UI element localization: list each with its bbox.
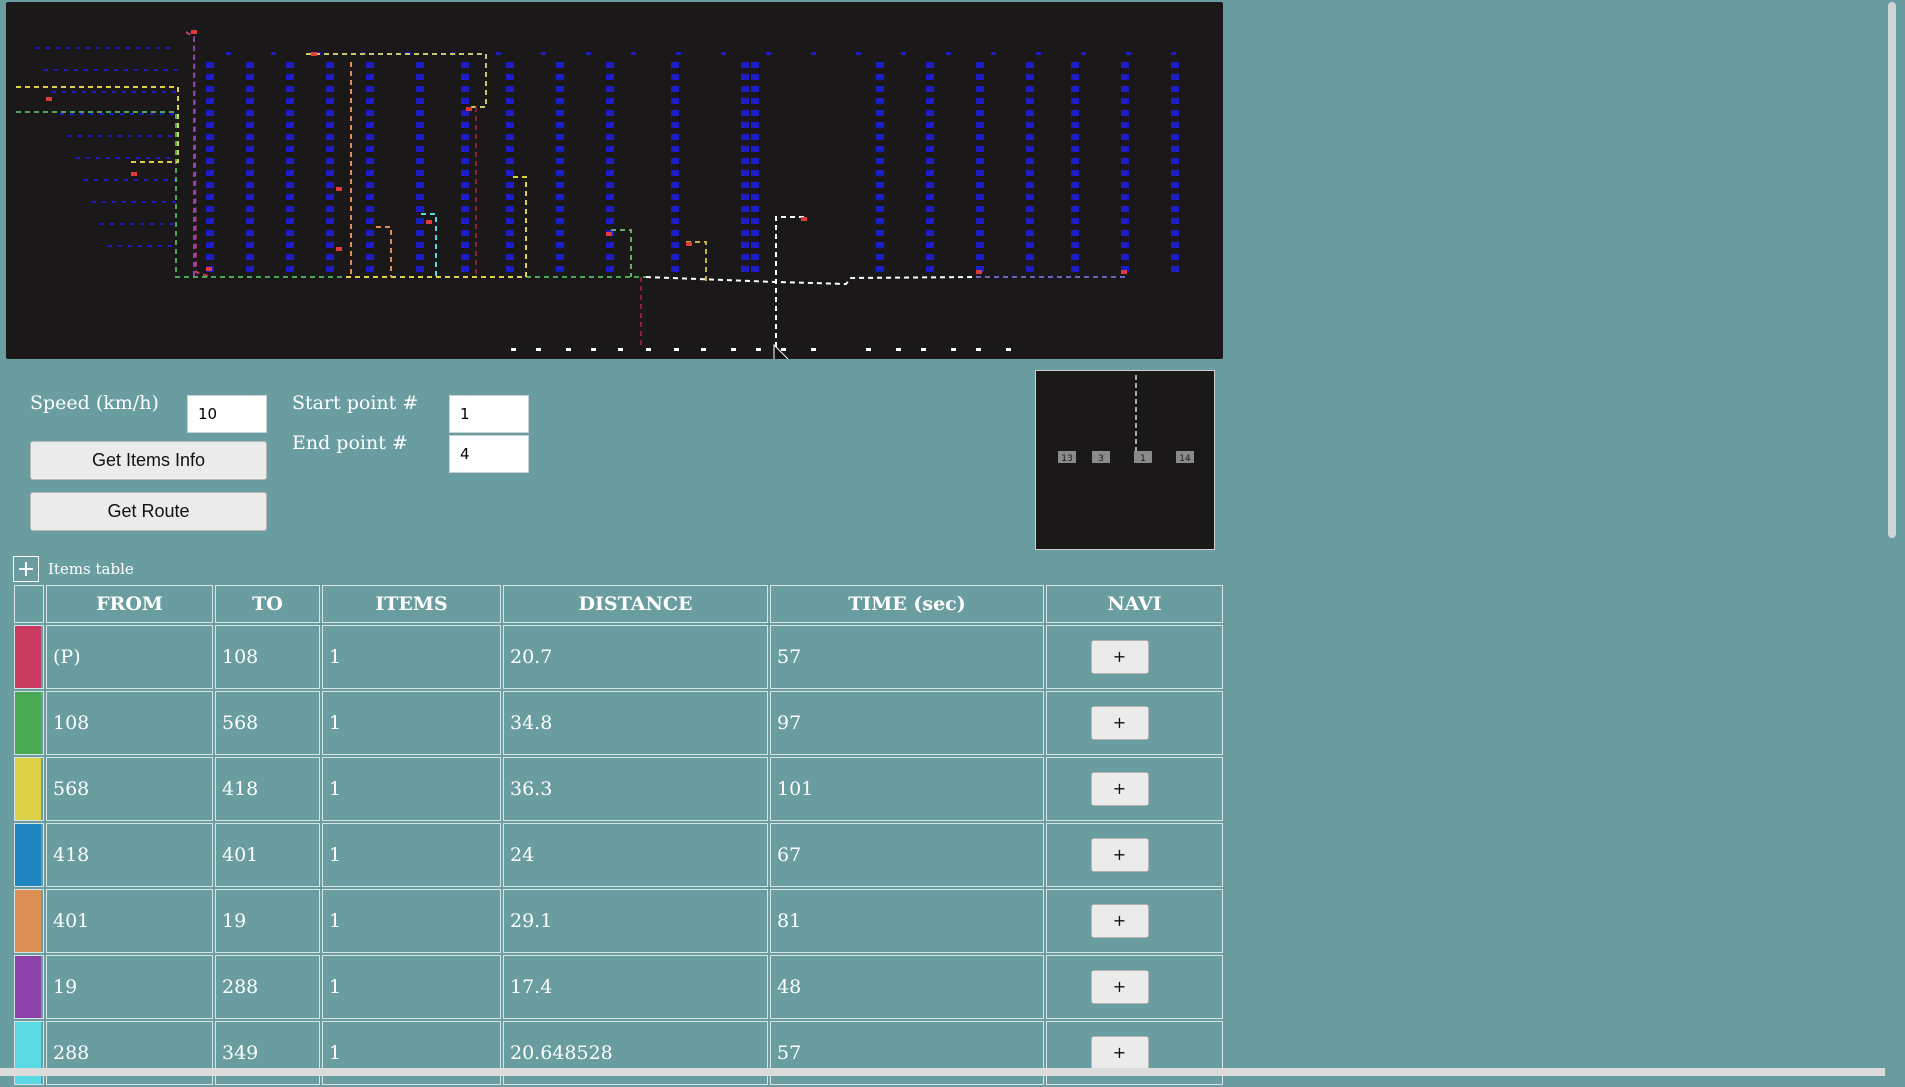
navi-cell: + <box>1046 625 1223 689</box>
speed-input[interactable]: 10 <box>187 395 267 433</box>
from-header: FROM <box>46 585 213 623</box>
items-cell: 1 <box>322 757 501 821</box>
navi-button[interactable]: + <box>1090 970 1149 1004</box>
items-cell: 1 <box>322 955 501 1019</box>
to-cell: 568 <box>215 691 320 755</box>
route-color-swatch <box>14 757 44 821</box>
route-color-swatch <box>14 823 44 887</box>
get-items-info-button[interactable]: Get Items Info <box>30 441 267 480</box>
items-table-title: Items table <box>48 560 134 578</box>
from-cell: 568 <box>46 757 213 821</box>
route-color-swatch <box>14 691 44 755</box>
navi-button[interactable]: + <box>1090 706 1149 740</box>
to-cell: 19 <box>215 889 320 953</box>
navi-button[interactable]: + <box>1090 838 1149 872</box>
vertical-scrollbar-thumb[interactable] <box>1888 2 1896 538</box>
end-point-label: End point # <box>292 432 408 454</box>
from-cell: 19 <box>46 955 213 1019</box>
horizontal-scrollbar[interactable] <box>0 1068 1885 1076</box>
items-cell: 1 <box>322 889 501 953</box>
minimap-drawing: 13 3 1 14 <box>1058 375 1194 464</box>
time-cell: 57 <box>770 625 1044 689</box>
from-cell: 401 <box>46 889 213 953</box>
get-route-button[interactable]: Get Route <box>30 492 267 531</box>
start-point-input[interactable]: 1 <box>449 395 529 433</box>
items-cell: 1 <box>322 823 501 887</box>
navi-header: NAVI <box>1046 585 1223 623</box>
minimap-point-label: 13 <box>1061 454 1072 464</box>
navi-cell: + <box>1046 889 1223 953</box>
color-swatch <box>15 758 41 820</box>
warehouse-map-drawing <box>16 30 1179 359</box>
distance-cell: 29.1 <box>503 889 768 953</box>
items-table: FROM TO ITEMS DISTANCE TIME (sec) NAVI (… <box>12 583 1225 1087</box>
time-cell: 67 <box>770 823 1044 887</box>
table-row: 19 288 1 17.4 48 + <box>14 955 1223 1019</box>
navi-button[interactable]: + <box>1090 640 1149 674</box>
table-header-row: FROM TO ITEMS DISTANCE TIME (sec) NAVI <box>14 585 1223 623</box>
items-cell: 1 <box>322 625 501 689</box>
start-point-label: Start point # <box>292 392 419 414</box>
time-cell: 48 <box>770 955 1044 1019</box>
time-cell: 97 <box>770 691 1044 755</box>
from-cell: 108 <box>46 691 213 755</box>
from-cell: (P) <box>46 625 213 689</box>
time-cell: 101 <box>770 757 1044 821</box>
navi-cell: + <box>1046 757 1223 821</box>
from-cell: 418 <box>46 823 213 887</box>
navi-cell: + <box>1046 823 1223 887</box>
route-color-swatch <box>14 889 44 953</box>
minimap-point-label: 1 <box>1140 454 1146 464</box>
items-header: ITEMS <box>322 585 501 623</box>
color-swatch <box>15 626 41 688</box>
navi-cell: + <box>1046 955 1223 1019</box>
distance-header: DISTANCE <box>503 585 768 623</box>
warehouse-map-canvas[interactable] <box>6 2 1223 359</box>
color-header <box>14 585 44 623</box>
color-swatch <box>15 824 41 886</box>
distance-cell: 36.3 <box>503 757 768 821</box>
minimap-point-label: 14 <box>1179 454 1191 464</box>
time-header: TIME (sec) <box>770 585 1044 623</box>
end-point-input[interactable]: 4 <box>449 435 529 473</box>
navi-button[interactable]: + <box>1090 1036 1149 1070</box>
table-row: 568 418 1 36.3 101 + <box>14 757 1223 821</box>
color-swatch <box>15 692 41 754</box>
minimap-point-label: 3 <box>1098 454 1104 464</box>
distance-cell: 20.7 <box>503 625 768 689</box>
distance-cell: 34.8 <box>503 691 768 755</box>
items-cell: 1 <box>322 691 501 755</box>
to-cell: 108 <box>215 625 320 689</box>
navi-button[interactable]: + <box>1090 772 1149 806</box>
to-cell: 288 <box>215 955 320 1019</box>
route-color-swatch <box>14 955 44 1019</box>
plus-square-icon[interactable] <box>13 556 39 582</box>
color-swatch <box>15 890 41 952</box>
to-header: TO <box>215 585 320 623</box>
to-cell: 401 <box>215 823 320 887</box>
to-cell: 418 <box>215 757 320 821</box>
minimap: 13 3 1 14 <box>1035 370 1215 550</box>
distance-cell: 17.4 <box>503 955 768 1019</box>
table-row: 401 19 1 29.1 81 + <box>14 889 1223 953</box>
speed-label: Speed (km/h) <box>30 392 159 414</box>
table-row: (P) 108 1 20.7 57 + <box>14 625 1223 689</box>
navi-button[interactable]: + <box>1090 904 1149 938</box>
color-swatch <box>15 956 41 1018</box>
table-row: 108 568 1 34.8 97 + <box>14 691 1223 755</box>
distance-cell: 24 <box>503 823 768 887</box>
route-color-swatch <box>14 625 44 689</box>
time-cell: 81 <box>770 889 1044 953</box>
table-row: 418 401 1 24 67 + <box>14 823 1223 887</box>
navi-cell: + <box>1046 691 1223 755</box>
